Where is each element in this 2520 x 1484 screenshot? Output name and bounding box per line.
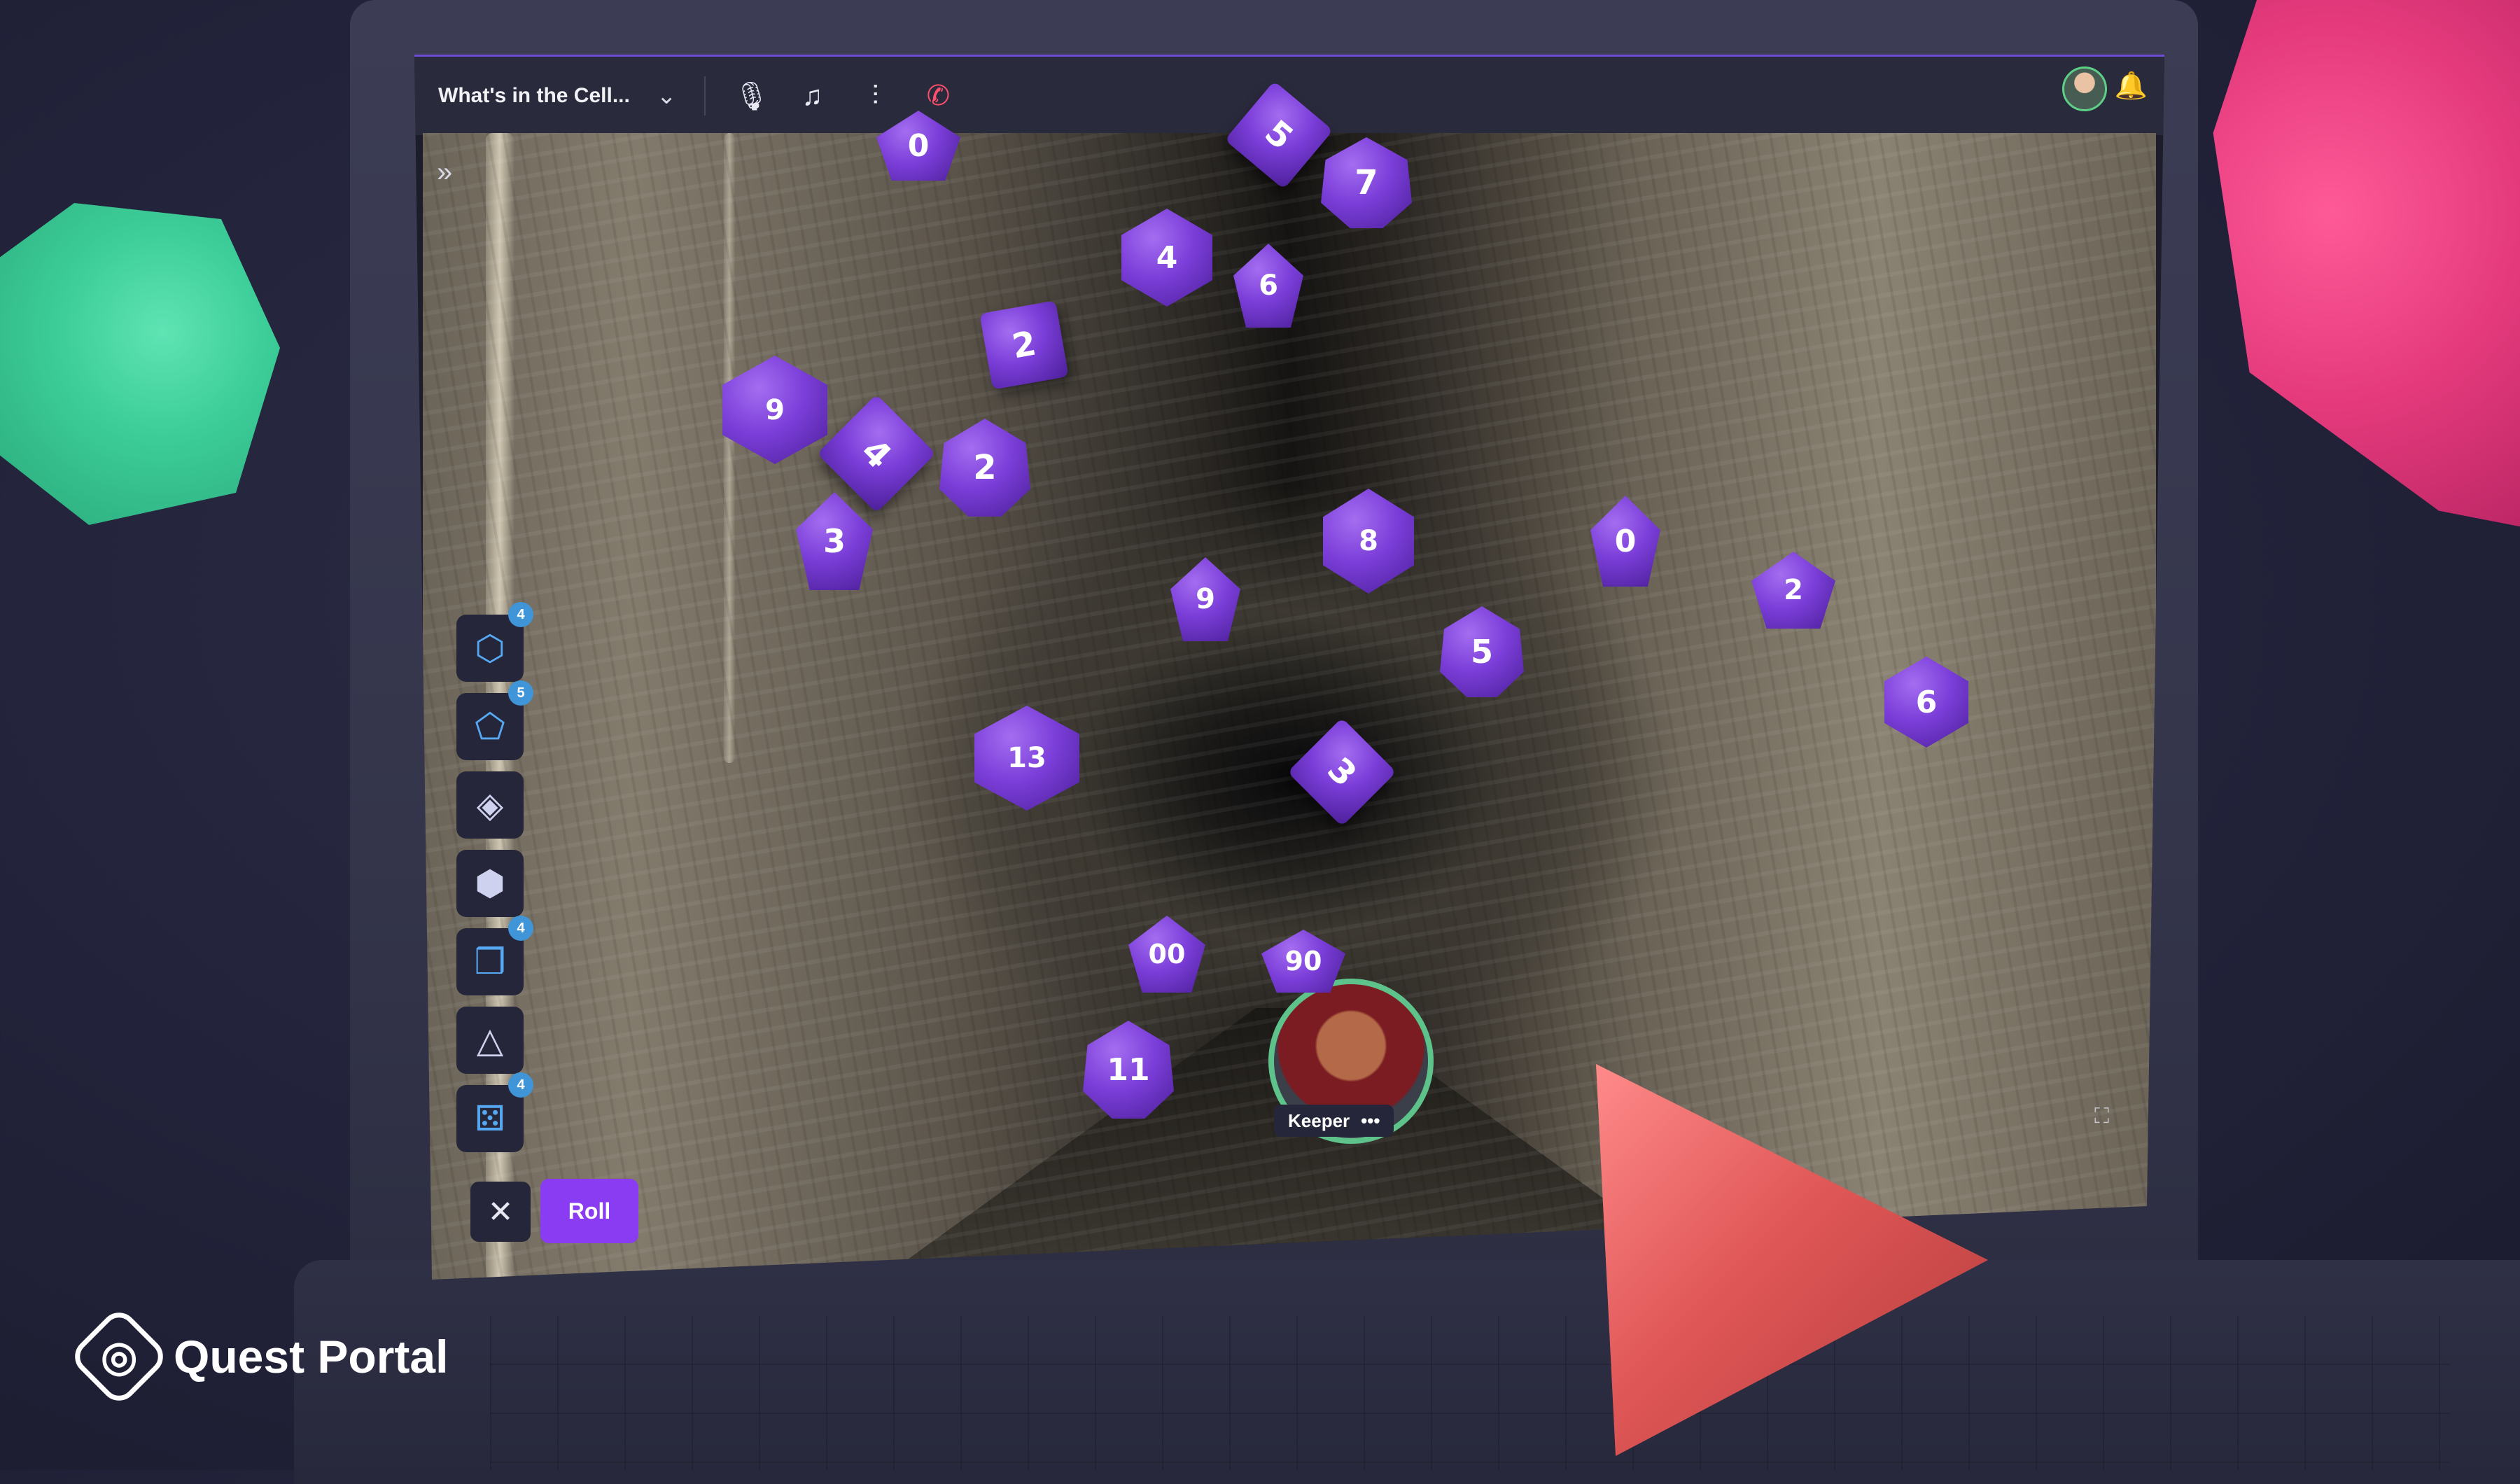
brand-logo: ◎ Quest Portal [67, 1305, 449, 1408]
d20-count-badge: 4 [508, 602, 533, 627]
green-d12-decoration [0, 203, 280, 525]
fullscreen-icon[interactable]: ⛶ [2094, 1105, 2109, 1128]
d6-button[interactable]: ❒ 4 [456, 916, 533, 995]
d6-count-badge: 4 [508, 916, 533, 941]
die: 2 [979, 300, 1069, 390]
keyboard [490, 1316, 2450, 1470]
room-title[interactable]: What's in the Cell... [438, 84, 630, 108]
quest-portal-logo-icon: ◎ [67, 1305, 171, 1408]
d8-button[interactable]: ⬢ [456, 850, 524, 917]
sliders-icon[interactable]: ⫶ [860, 80, 890, 112]
user-avatar[interactable] [2062, 66, 2107, 111]
dice-tray: ⬡ 4 ⬠ 5 ◈ ⬢ ❒ 4 △ ⚄ 4 [456, 602, 533, 1163]
d10-button[interactable]: ◈ [456, 771, 524, 839]
phone-icon[interactable]: ✆ [923, 80, 953, 112]
toolbar-divider [704, 76, 706, 115]
d12-button[interactable]: ⬠ 5 [456, 680, 533, 760]
wall-pipe [724, 133, 735, 763]
pink-d20-decoration [2213, 0, 2520, 532]
d12-count-badge: 5 [508, 680, 533, 706]
chevron-down-icon[interactable]: ⌄ [657, 82, 677, 110]
keeper-nameplate: Keeper ••• [1274, 1105, 1394, 1137]
music-icon[interactable]: ♫ [797, 80, 827, 112]
custom-dice-button[interactable]: ⚄ 4 [456, 1072, 533, 1152]
bell-icon[interactable]: 🔔 [2115, 71, 2148, 102]
keeper-name: Keeper [1288, 1110, 1350, 1131]
brand-name: Quest Portal [174, 1331, 449, 1382]
more-options-icon[interactable]: ••• [1361, 1110, 1380, 1132]
roll-button[interactable]: Roll [540, 1179, 638, 1243]
close-icon[interactable]: ✕ [470, 1182, 531, 1242]
d20-button[interactable]: ⬡ 4 [456, 602, 533, 682]
microphone-icon[interactable]: 🎙 [734, 80, 769, 113]
app-screen: What's in the Cell... ⌄ 🎙 ♫ ⫶ ✆ 🔔 » ⬡ 4 ⬠… [414, 55, 2164, 1280]
custom-count-badge: 4 [508, 1072, 533, 1098]
expand-sidebar-icon[interactable]: » [437, 157, 452, 188]
d4-button[interactable]: △ [456, 1007, 524, 1074]
